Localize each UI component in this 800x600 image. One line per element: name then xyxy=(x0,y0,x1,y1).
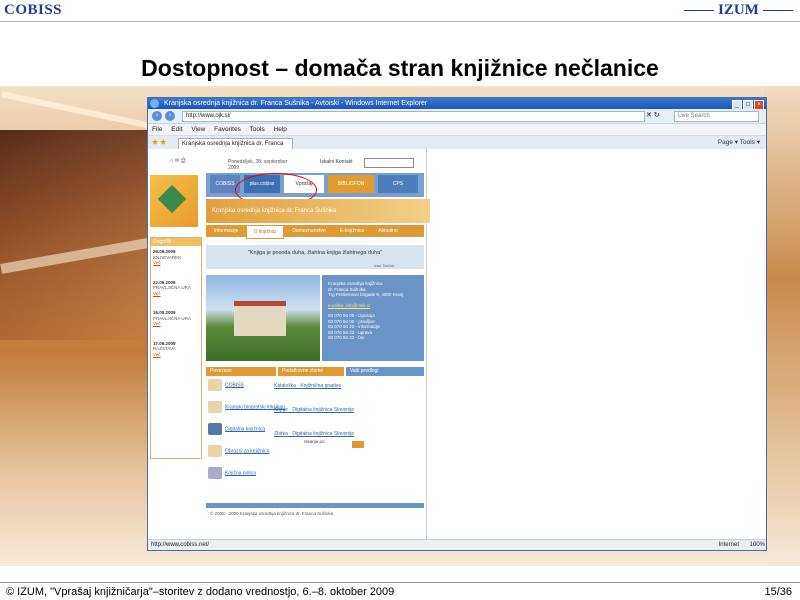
tab-aktualno[interactable]: Aktualno xyxy=(372,225,404,237)
section-povezave: Povezave xyxy=(206,367,276,376)
section-predlogi: Vaši predlogi xyxy=(346,367,424,376)
page-date: Ponedeljek, 28. september 2009 xyxy=(228,159,288,171)
menu-view[interactable]: View xyxy=(191,126,205,133)
quote-author: Ivan Tavčar xyxy=(373,263,394,268)
menu-tools[interactable]: Tools xyxy=(250,126,265,133)
menu-help[interactable]: Help xyxy=(274,126,287,133)
slide-title: Dostopnost – domača stran knjižnice nečl… xyxy=(141,55,659,81)
back-icon[interactable]: ‹ xyxy=(152,111,162,121)
page-footer-bar xyxy=(206,503,424,508)
address-bar: ‹ › http://www.ojk.si/ ✕ ↻ Live Search xyxy=(148,109,766,124)
browser-titlebar: Kranjska osrednja knjižnica dr. Franca S… xyxy=(148,98,766,110)
tab-o-knjiznici[interactable]: O knjižnici xyxy=(246,225,284,239)
library-search-input[interactable] xyxy=(364,158,414,168)
link-icon xyxy=(208,467,222,479)
status-bar: http://www.cobiss.net/ Internet 100% xyxy=(148,539,766,550)
window-title: Kranjska osrednja knjižnica dr. Franca S… xyxy=(164,100,428,107)
database-link[interactable]: Zbirka · Digitalna knjižnica Slovenije xyxy=(274,431,354,437)
catalog-search-label: Iskanje po xyxy=(304,439,325,444)
list-item: 17.09.2009 RAZSTAVA Več xyxy=(151,327,201,358)
database-link[interactable]: Knjige · Digitalna knjižnica Slovenije xyxy=(274,407,354,413)
library-header: Kranjska osrednja knjižnica dr. Franca S… xyxy=(206,199,430,223)
search-input[interactable]: Live Search xyxy=(674,111,759,122)
sidebar-heading: Dogodki xyxy=(151,238,201,246)
status-url: http://www.cobiss.net/ xyxy=(151,542,210,548)
menu-file[interactable]: File xyxy=(152,126,162,133)
slide-background-right xyxy=(764,86,800,566)
menu-bar: File Edit View Favorites Tools Help xyxy=(148,124,766,136)
search-go-button[interactable] xyxy=(352,441,364,448)
library-page: ⌂ ✉ ⎙ Ponedeljek, 28. september 2009 Isk… xyxy=(148,149,430,539)
menu-edit[interactable]: Edit xyxy=(171,126,182,133)
header-divider xyxy=(0,21,800,22)
section-zbirke: Podatkovne zbirke xyxy=(278,367,344,376)
cobiss-logo: COBISS xyxy=(4,2,63,18)
command-bar[interactable]: Page ▾ Tools ▾ xyxy=(718,138,760,146)
link-icon xyxy=(208,445,222,457)
banner-cps[interactable]: CPS xyxy=(378,175,418,193)
browser-window: Kranjska osrednja knjižnica dr. Franca S… xyxy=(147,97,767,551)
slide-footer: © IZUM, "Vprašaj knjižničarja"–storitev … xyxy=(6,586,395,598)
page-nav-icons[interactable]: ⌂ ✉ ⎙ xyxy=(170,158,185,165)
forward-icon[interactable]: › xyxy=(165,111,175,121)
url-input[interactable]: http://www.ojk.si/ xyxy=(182,111,645,122)
status-zone: Internet xyxy=(718,542,739,548)
library-tabs: Informacije O knjižnici Domoznanstvo E-k… xyxy=(206,225,424,239)
more-link[interactable]: Več xyxy=(153,352,199,358)
list-item: 26.09.2009 KNJIGVAREK Več xyxy=(151,246,201,266)
catalog-search[interactable]: Iskanje po xyxy=(304,439,364,449)
tab-e-knjiznica[interactable]: E-knjižnica xyxy=(334,225,370,237)
library-contact-info: Kranjska osrednja knjižnica dr. Franca S… xyxy=(322,275,424,361)
list-item[interactable]: Knjižna polica xyxy=(208,467,285,489)
link-icon xyxy=(208,379,222,391)
library-logo xyxy=(150,175,198,227)
page-viewport: ⌂ ✉ ⎙ Ponedeljek, 28. september 2009 Isk… xyxy=(148,149,766,539)
banner-bibliofon[interactable]: BIBLIOFON xyxy=(328,175,374,193)
tab-domoznanstvo[interactable]: Domoznanstvo xyxy=(286,225,332,237)
list-item: 22.09.2009 PRAVLJIČNA URA Več xyxy=(151,266,201,297)
link-icon xyxy=(208,401,222,413)
favorites-star-icon[interactable]: ★★ xyxy=(151,137,167,148)
footer-divider xyxy=(0,582,800,583)
menu-favorites[interactable]: Favorites xyxy=(214,126,241,133)
library-building-photo xyxy=(206,275,320,361)
top-links[interactable]: Iskalni Kontakt xyxy=(320,159,353,165)
database-link[interactable]: Kataloška · Knjižnična gradiva xyxy=(274,383,354,389)
ie-icon xyxy=(150,99,159,108)
quote-text: "Knjiga je posoda duha, žlahtna knjiga ž… xyxy=(247,250,383,256)
refresh-icon[interactable]: ✕ ↻ xyxy=(646,111,660,119)
quote-box: "Knjiga je posoda duha, žlahtna knjiga ž… xyxy=(206,245,424,269)
tab-informacije[interactable]: Informacije xyxy=(208,225,244,237)
izum-logo: IZUM xyxy=(680,2,797,19)
slide-background-dark xyxy=(0,130,150,340)
zoom-level[interactable]: 100% xyxy=(750,540,765,550)
page-number: 15/36 xyxy=(764,586,792,598)
list-item: 16.09.2009 PRAVLJIČNA URA Več xyxy=(151,296,201,327)
page-copyright: © 2008 - 2009 Kranjska osrednja knjižnic… xyxy=(210,511,334,516)
computer-icon xyxy=(208,423,222,435)
events-sidebar: Dogodki 26.09.2009 KNJIGVAREK Več 22.09.… xyxy=(150,237,202,459)
